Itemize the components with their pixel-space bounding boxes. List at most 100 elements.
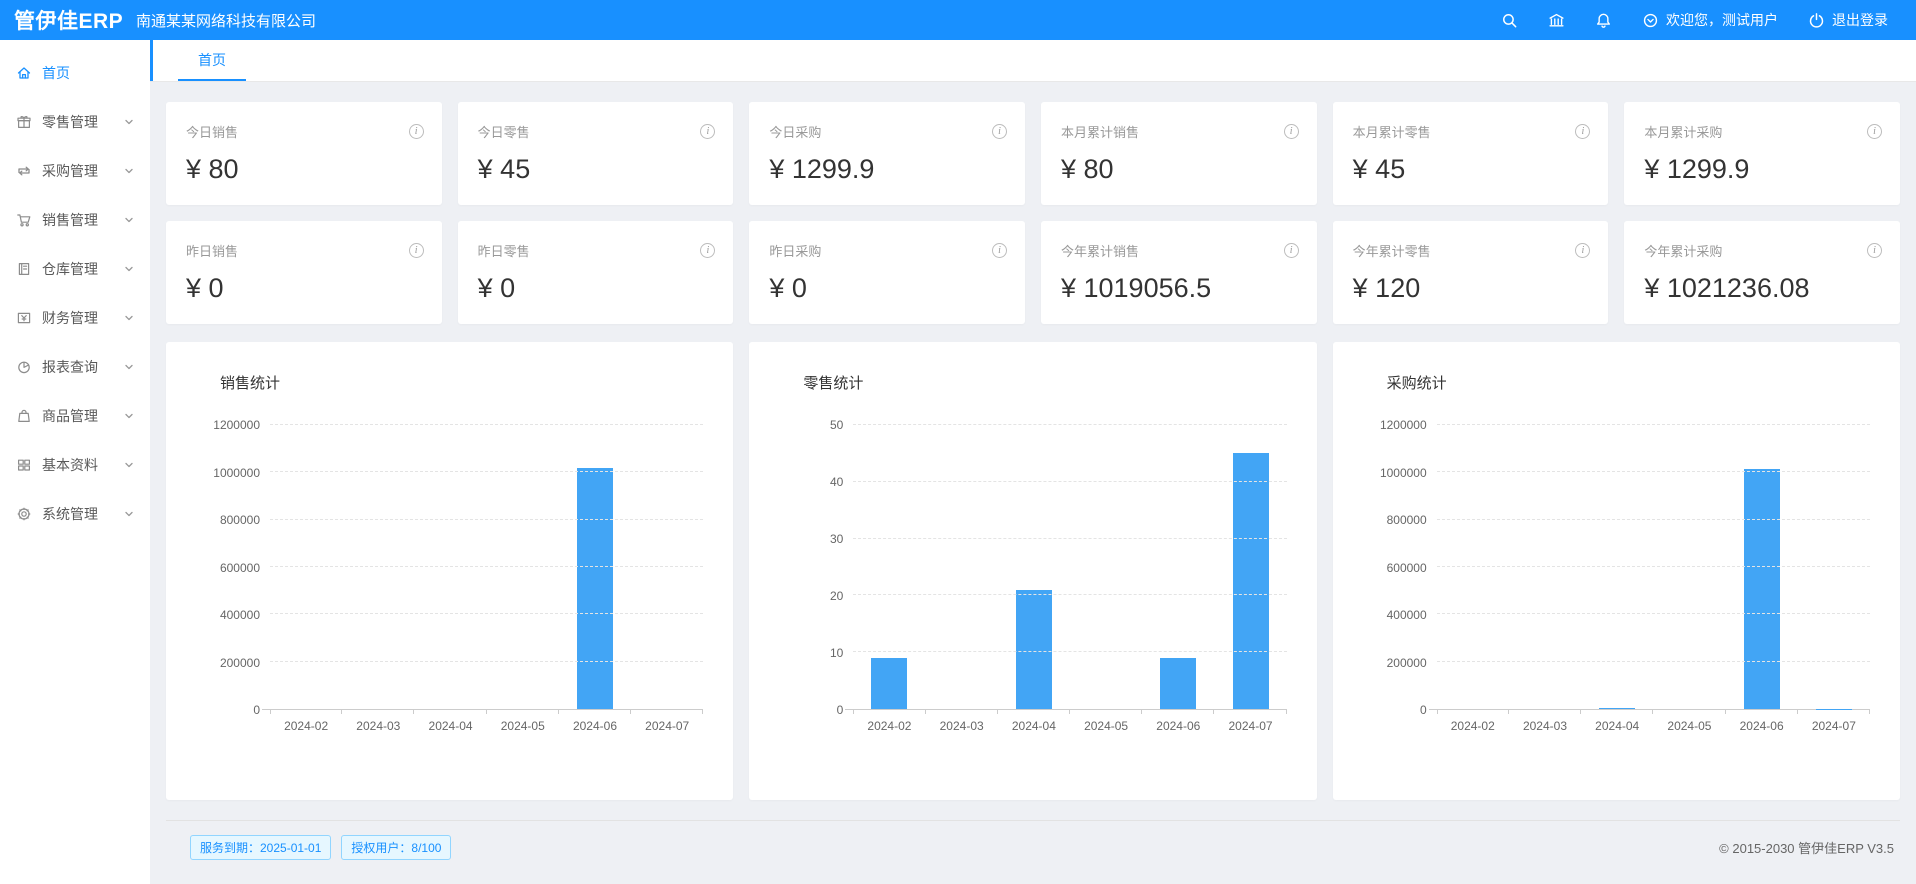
y-tick-label: 1200000 [213,418,260,432]
chevron-down-icon [124,313,134,323]
x-tick-label: 2024-03 [1509,719,1581,733]
y-tick-label: 0 [837,703,844,717]
x-tick-label: 2024-04 [414,719,486,733]
sidebar-item-purchase[interactable]: 采购管理 [0,151,150,191]
sidebar-item-home[interactable]: 首页 [0,53,150,93]
plot-area [853,425,1286,710]
stat-value: ¥ 45 [1353,154,1591,185]
gridline [270,471,703,472]
gridline [1437,661,1870,662]
stat-card-yesterday-retail: 昨日零售i ¥ 0 [458,221,734,324]
bar-2024-06[interactable] [1744,469,1780,709]
stat-card-year-sales: 今年累计销售i ¥ 1019056.5 [1041,221,1317,324]
info-icon[interactable]: i [1284,124,1299,139]
x-tick-label: 2024-07 [631,719,703,733]
stat-card-month-sales: 本月累计销售i ¥ 80 [1041,102,1317,205]
x-tick-label: 2024-02 [270,719,342,733]
chart-title: 采购统计 [1387,372,1870,393]
gridline [270,519,703,520]
stat-label: 昨日零售 [478,241,530,260]
bank-icon[interactable] [1548,12,1565,29]
stat-label: 今日采购 [769,122,821,141]
bar-slot [1726,425,1798,709]
sidebar-item-basic-data[interactable]: 基本资料 [0,445,150,485]
y-tick-label: 50 [830,418,843,432]
bar-slot [1581,425,1653,709]
service-expiry-badge[interactable]: 服务到期：2025-01-01 [190,835,331,860]
sidebar-item-label: 采购管理 [42,161,98,181]
bar-2024-04[interactable] [1599,708,1635,709]
info-icon[interactable]: i [1867,124,1882,139]
info-icon[interactable]: i [409,124,424,139]
sales-chart-panel: 销售统计 02000004000006000008000001000000120… [166,342,733,800]
tab-home[interactable]: 首页 [178,40,246,81]
bar-slot [631,425,703,709]
bar-2024-06[interactable] [577,468,613,709]
sidebar-item-label: 零售管理 [42,112,98,132]
app-logo: 管伊佳ERP [0,5,124,35]
bar-slot [1653,425,1725,709]
info-icon[interactable]: i [1575,243,1590,258]
sidebar-item-system[interactable]: 系统管理 [0,494,150,534]
stat-label: 今年累计采购 [1644,241,1722,260]
bar-slot [998,425,1070,709]
bar-2024-04[interactable] [1016,590,1052,709]
x-axis: 2024-022024-032024-042024-052024-062024-… [853,719,1286,733]
bar-2024-06[interactable] [1160,658,1196,709]
y-axis: 020000040000060000080000010000001200000 [186,425,270,710]
sidebar-item-label: 报表查询 [42,357,98,377]
sidebar-item-warehouse[interactable]: 仓库管理 [0,249,150,289]
warehouse-icon [16,261,32,277]
chevron-down-icon [124,362,134,372]
chevron-down-icon [124,117,134,127]
licensed-users-badge[interactable]: 授权用户：8/100 [341,835,451,860]
info-icon[interactable]: i [1284,243,1299,258]
stat-label: 本月累计销售 [1061,122,1139,141]
info-icon[interactable]: i [700,124,715,139]
logout-text: 退出登录 [1832,10,1888,30]
info-icon[interactable]: i [992,124,1007,139]
sidebar-item-reports[interactable]: 报表查询 [0,347,150,387]
x-tick-label: 2024-05 [487,719,559,733]
bar-slot [270,425,342,709]
bar-2024-02[interactable] [871,658,907,709]
stat-label: 本月累计采购 [1644,122,1722,141]
search-icon[interactable] [1501,12,1518,29]
bar-slot [926,425,998,709]
info-icon[interactable]: i [992,243,1007,258]
stat-value: ¥ 1299.9 [1644,154,1882,185]
x-tick-label: 2024-05 [1653,719,1725,733]
info-icon[interactable]: i [1867,243,1882,258]
logout-button[interactable]: 退出登录 [1808,10,1888,30]
content-area: 首页 今日销售i ¥ 80 今日零售i ¥ 45 今日采购i ¥ 1299.9 [150,40,1916,884]
bar-slot [559,425,631,709]
goods-icon [16,408,32,424]
sidebar-item-retail[interactable]: 零售管理 [0,102,150,142]
chevron-down-icon [124,509,134,519]
bar-slot [1214,425,1286,709]
erp-app: 管伊佳ERP 南通某某网络科技有限公司 欢迎您，测试用户 [0,0,1916,884]
info-icon[interactable]: i [1575,124,1590,139]
y-tick-label: 400000 [1387,608,1427,622]
gridline [1437,519,1870,520]
welcome-user-menu[interactable]: 欢迎您，测试用户 [1642,10,1778,30]
sidebar-item-finance[interactable]: 财务管理 [0,298,150,338]
y-axis: 020000040000060000080000010000001200000 [1353,425,1437,710]
purchase-chart-panel: 采购统计 02000004000006000008000001000000120… [1333,342,1900,800]
gridline [270,566,703,567]
sidebar-item-sales[interactable]: 销售管理 [0,200,150,240]
home-icon [16,65,32,81]
info-icon[interactable]: i [700,243,715,258]
sidebar-item-goods[interactable]: 商品管理 [0,396,150,436]
y-tick-label: 10 [830,646,843,660]
x-tick-label: 2024-06 [559,719,631,733]
y-tick-label: 400000 [220,608,260,622]
bar-2024-07[interactable] [1233,453,1269,709]
bar-slot [853,425,925,709]
basic-data-icon [16,457,32,473]
bell-icon[interactable] [1595,12,1612,29]
gridline [270,424,703,425]
chevron-down-icon [124,215,134,225]
logout-icon [1808,12,1825,29]
info-icon[interactable]: i [409,243,424,258]
